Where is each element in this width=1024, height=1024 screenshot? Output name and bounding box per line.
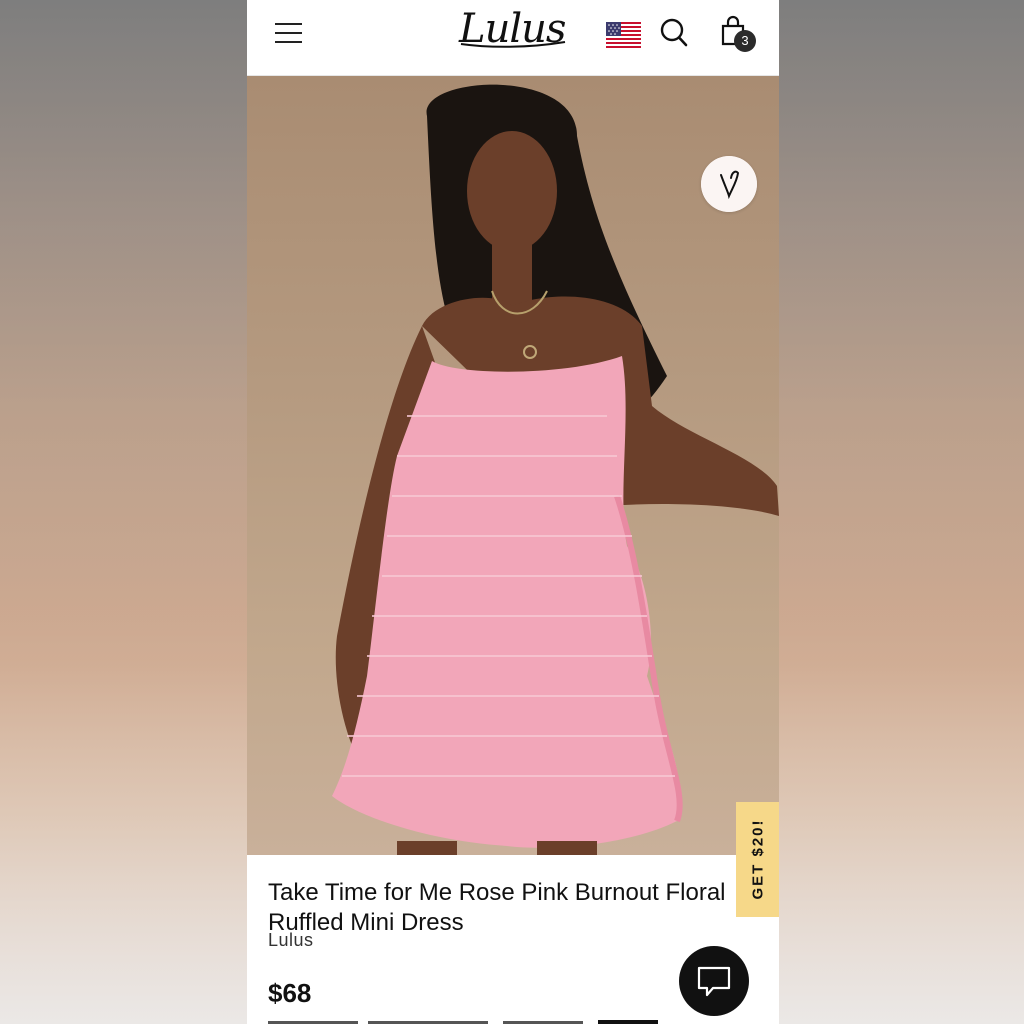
product-price: $68 <box>268 978 312 1008</box>
background-right <box>779 0 1024 1024</box>
heart-icon[interactable] <box>701 156 757 212</box>
promo-label: GET $20! <box>749 818 767 900</box>
get-20-promo-tab[interactable]: GET $20! <box>736 802 779 917</box>
mobile-page: Lulus 3 GET $20! Take Time for Me Rose P… <box>247 0 779 1024</box>
site-header: Lulus 3 <box>247 0 779 76</box>
chat-button[interactable] <box>679 946 749 1016</box>
cart-count-badge: 3 <box>734 30 756 52</box>
truncated-text-line <box>268 1020 658 1024</box>
search-icon[interactable] <box>659 17 689 49</box>
product-brand[interactable]: Lulus <box>268 930 314 951</box>
background-left <box>0 0 247 1024</box>
us-flag-icon[interactable] <box>606 22 641 48</box>
product-title: Take Time for Me Rose Pink Burnout Flora… <box>268 879 726 937</box>
product-image[interactable] <box>247 76 779 855</box>
model-photo <box>332 84 779 855</box>
logo-underline-icon <box>460 41 566 48</box>
chat-bubble-icon <box>697 966 731 997</box>
hamburger-menu-icon[interactable] <box>275 22 303 44</box>
